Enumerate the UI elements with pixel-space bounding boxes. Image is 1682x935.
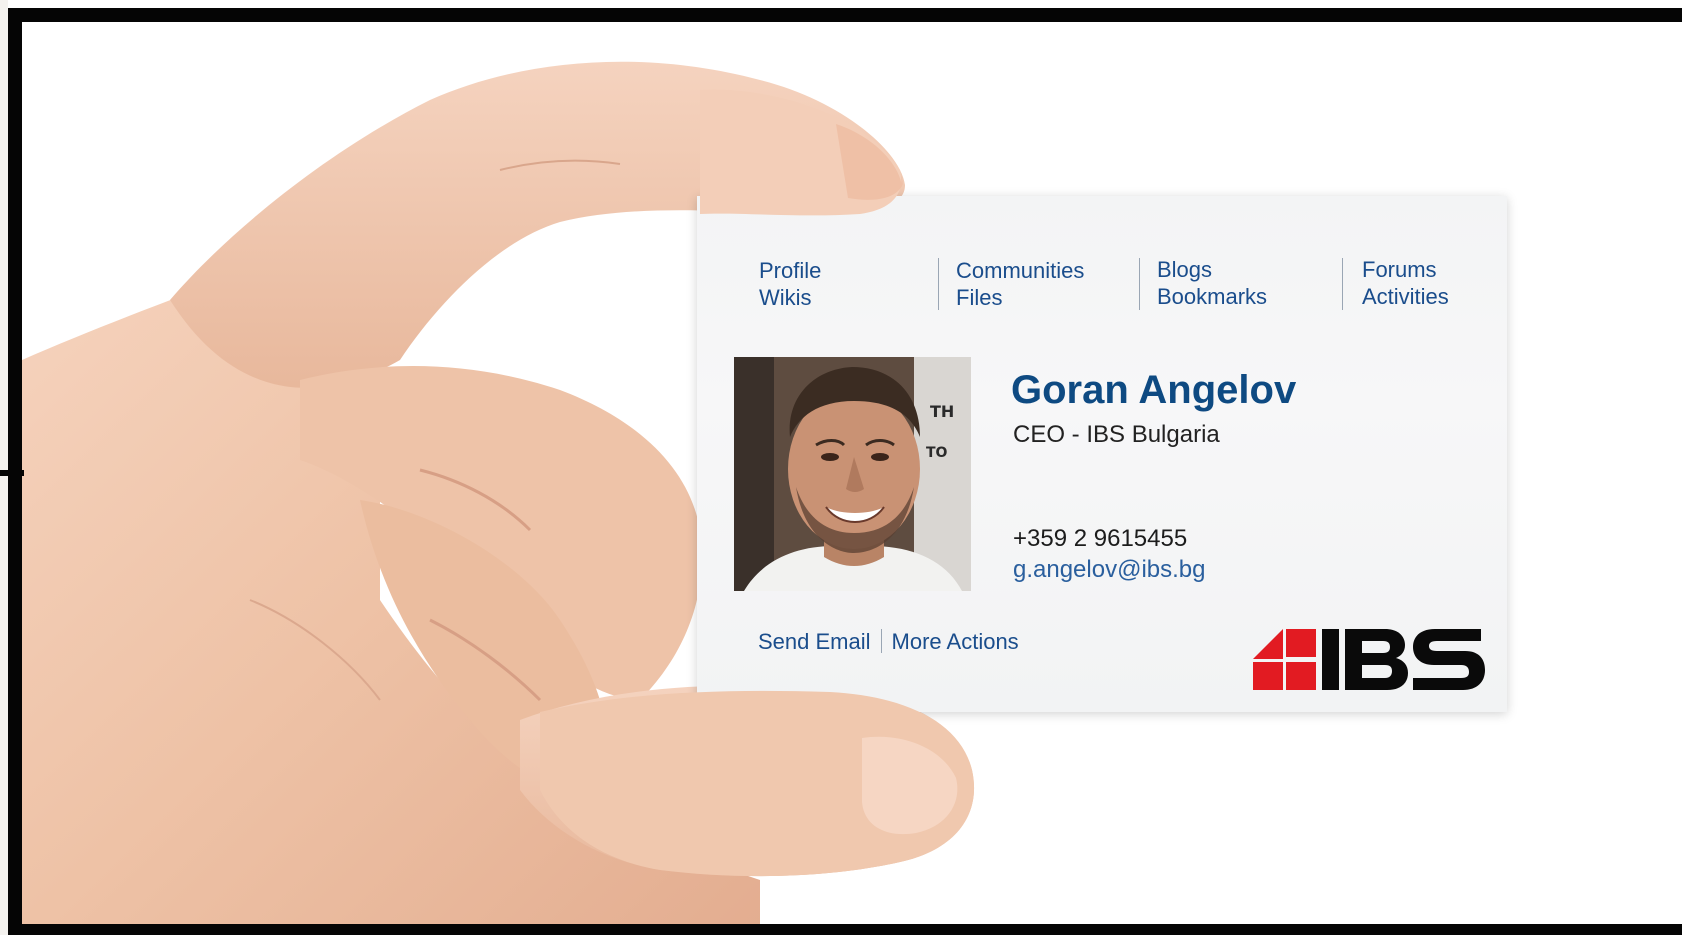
- frame-border-bottom: [8, 924, 1682, 935]
- frame-border-left: [8, 8, 22, 928]
- thumb-overlay: [540, 89, 975, 877]
- screenshot-stage: Profile Wikis Communities Files Blogs Bo…: [0, 0, 1682, 935]
- frame-border-top: [8, 8, 1682, 22]
- frame-tick: [0, 470, 24, 476]
